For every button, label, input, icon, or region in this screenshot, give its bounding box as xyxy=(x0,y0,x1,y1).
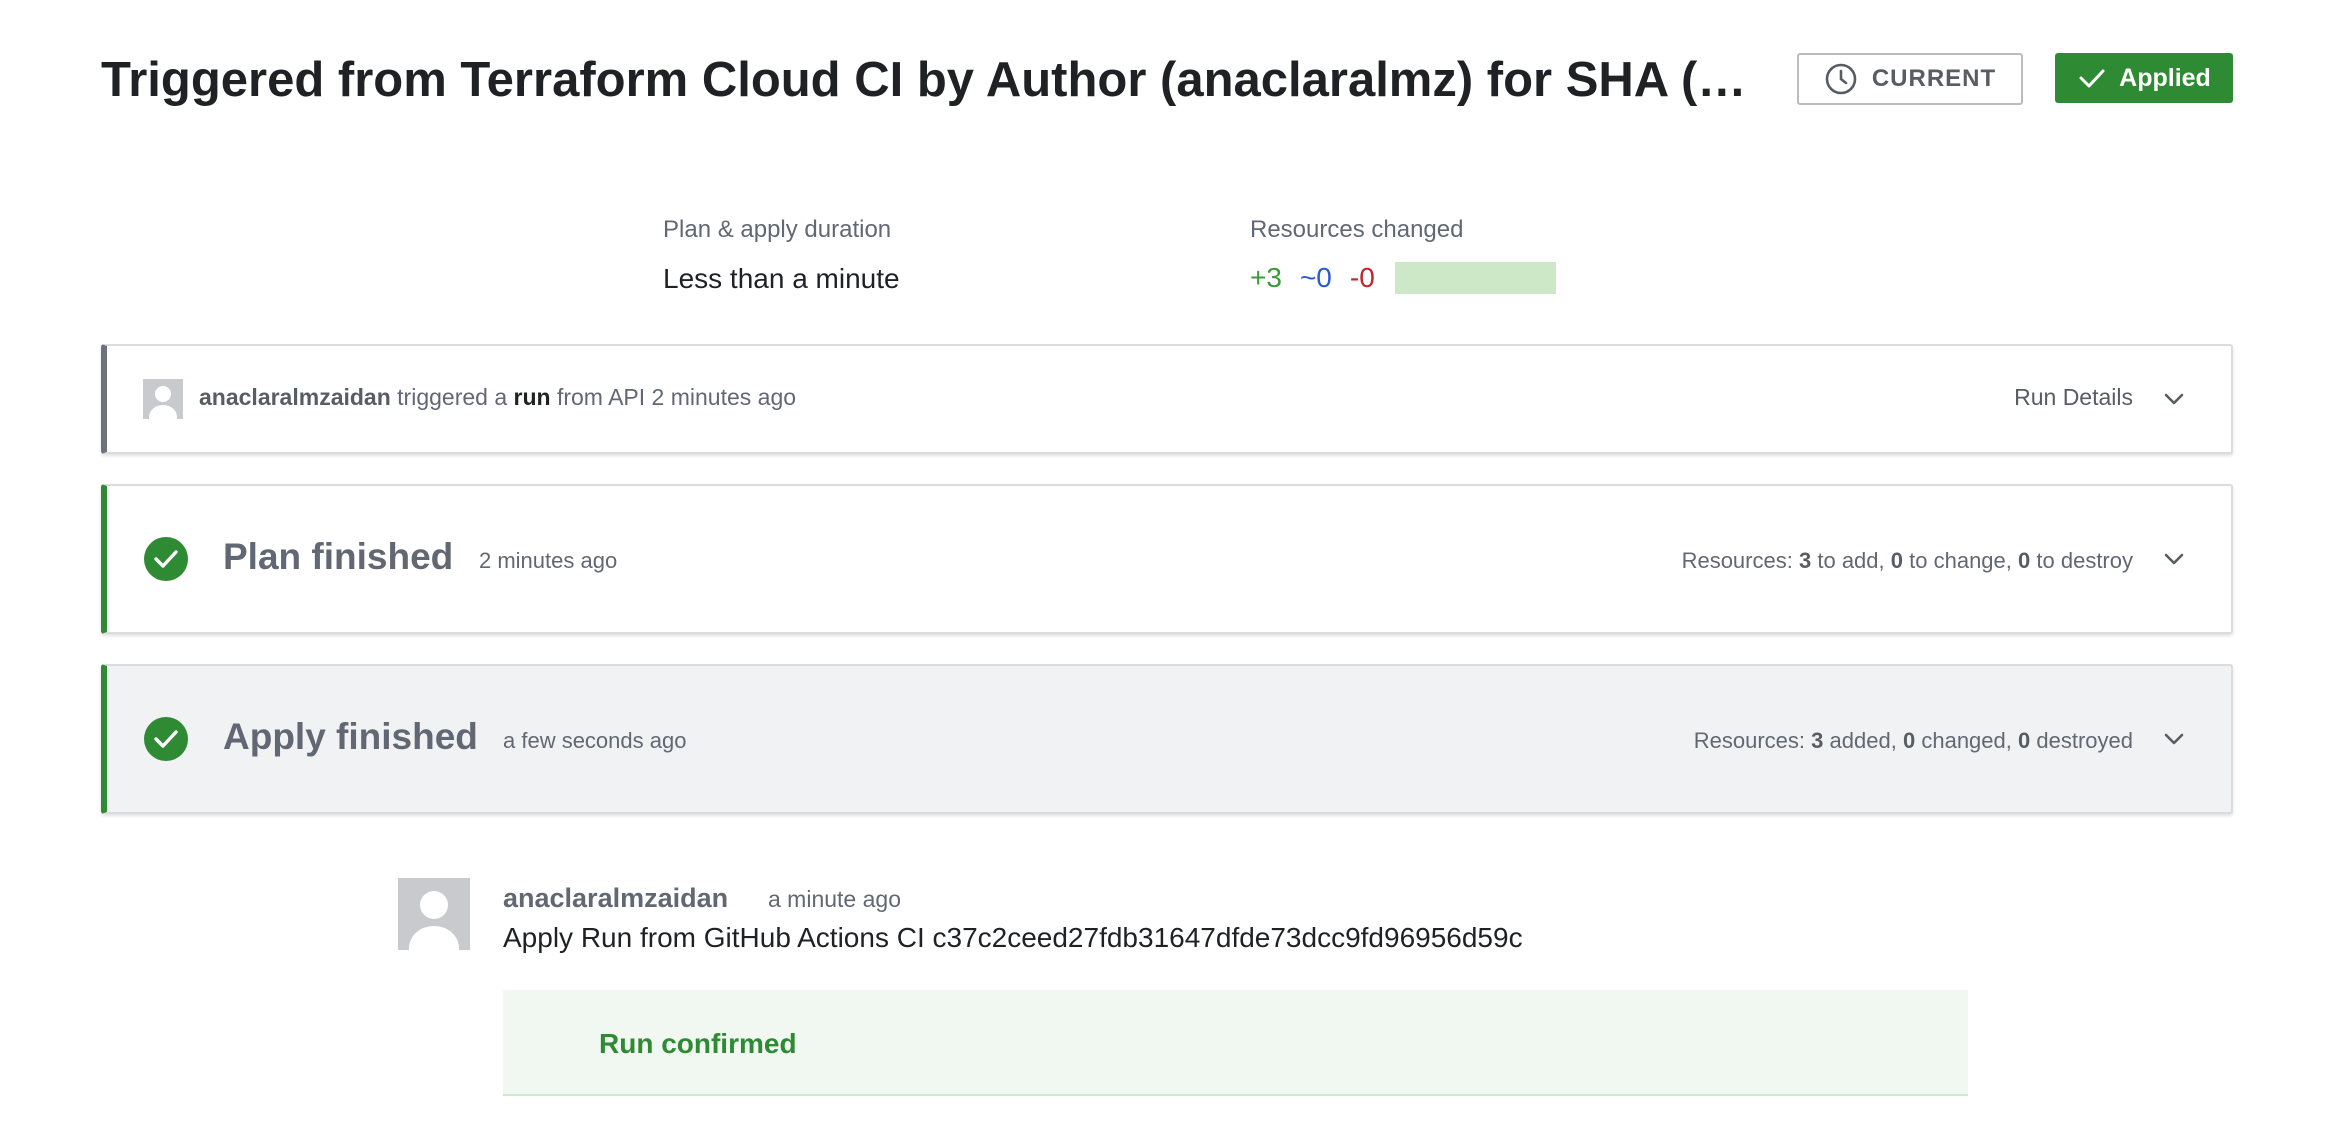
run-triggered-text: triggered a xyxy=(397,384,508,410)
comment-message: Apply Run from GitHub Actions CI c37c2ce… xyxy=(503,922,1523,953)
current-label: CURRENT xyxy=(1871,65,1997,92)
resources-change-bar xyxy=(1394,262,1556,294)
apply-change-text: changed, xyxy=(1921,728,2012,753)
clock-icon xyxy=(1825,63,1857,95)
run-confirmed-text: Run confirmed xyxy=(599,1028,797,1059)
run-trigger-card[interactable]: anaclaralmzaidan triggered a run from AP… xyxy=(101,344,2233,454)
apply-add-text: added, xyxy=(1829,728,1897,753)
apply-destroy-count: 0 xyxy=(2018,728,2031,753)
comment-user[interactable]: anaclaralmzaidan xyxy=(503,883,728,914)
run-user[interactable]: anaclaralmzaidan xyxy=(199,384,391,410)
duration-label: Plan & apply duration xyxy=(663,216,892,243)
comment-time: a minute ago xyxy=(768,886,901,912)
run-page: Triggered from Terraform Cloud CI by Aut… xyxy=(0,0,2326,1132)
status-label: Applied xyxy=(2119,63,2211,92)
resources-change-count: ~0 xyxy=(1299,262,1332,293)
apply-card[interactable]: Apply finished a few seconds ago Resourc… xyxy=(101,664,2233,814)
check-icon xyxy=(2079,69,2105,88)
plan-title: Plan finished xyxy=(223,536,454,577)
plan-change-count: 0 xyxy=(1890,548,1904,573)
resources-changed-label: Resources changed xyxy=(1250,216,1464,243)
plan-card[interactable]: Plan finished 2 minutes ago Resources: 3… xyxy=(101,484,2233,634)
run-trigger-text: anaclaralmzaidan triggered a run from AP… xyxy=(199,384,796,411)
apply-time: a few seconds ago xyxy=(503,728,687,753)
run-source-text: from API 2 minutes ago xyxy=(556,384,797,410)
apply-destroy-text: destroyed xyxy=(2036,728,2133,753)
current-button[interactable]: CURRENT xyxy=(1797,53,2023,105)
user-avatar-icon xyxy=(143,379,183,419)
apply-add-count: 3 xyxy=(1811,728,1824,753)
resources-changed-summary: +3 ~0 -0 xyxy=(1250,262,1556,294)
run-details-toggle[interactable]: Run Details xyxy=(2014,384,2133,411)
apply-resources: Resources: 3 added, 0 changed, 0 destroy… xyxy=(1694,728,2133,754)
chevron-down-icon[interactable] xyxy=(2159,724,2189,754)
apply-title: Apply finished xyxy=(223,716,478,757)
check-circle-icon xyxy=(144,537,188,581)
run-link: run xyxy=(513,384,551,410)
plan-add-count: 3 xyxy=(1798,548,1812,573)
apply-resources-prefix: Resources: xyxy=(1693,728,1806,753)
status-badge: Applied xyxy=(2055,53,2233,103)
resources-add-count: +3 xyxy=(1250,262,1282,293)
check-circle-icon xyxy=(144,717,188,761)
plan-destroy-count: 0 xyxy=(2018,548,2031,573)
plan-time: 2 minutes ago xyxy=(479,548,618,573)
plan-resources: Resources: 3 to add, 0 to change, 0 to d… xyxy=(1682,548,2133,574)
duration-value: Less than a minute xyxy=(663,263,900,294)
plan-destroy-text: to destroy xyxy=(2036,548,2133,573)
plan-resources-prefix: Resources: xyxy=(1681,548,1793,573)
resources-destroy-count: -0 xyxy=(1349,262,1375,293)
page-title: Triggered from Terraform Cloud CI by Aut… xyxy=(101,53,1761,107)
chevron-down-icon[interactable] xyxy=(2159,384,2189,414)
user-avatar-icon xyxy=(409,891,459,950)
chevron-down-icon[interactable] xyxy=(2159,544,2189,574)
plan-change-text: to change, xyxy=(1909,548,2012,573)
plan-add-text: to add, xyxy=(1817,548,1885,573)
apply-change-count: 0 xyxy=(1902,728,1916,753)
run-confirmed-panel: Run confirmed xyxy=(503,990,1968,1096)
comment-avatar xyxy=(398,878,470,950)
